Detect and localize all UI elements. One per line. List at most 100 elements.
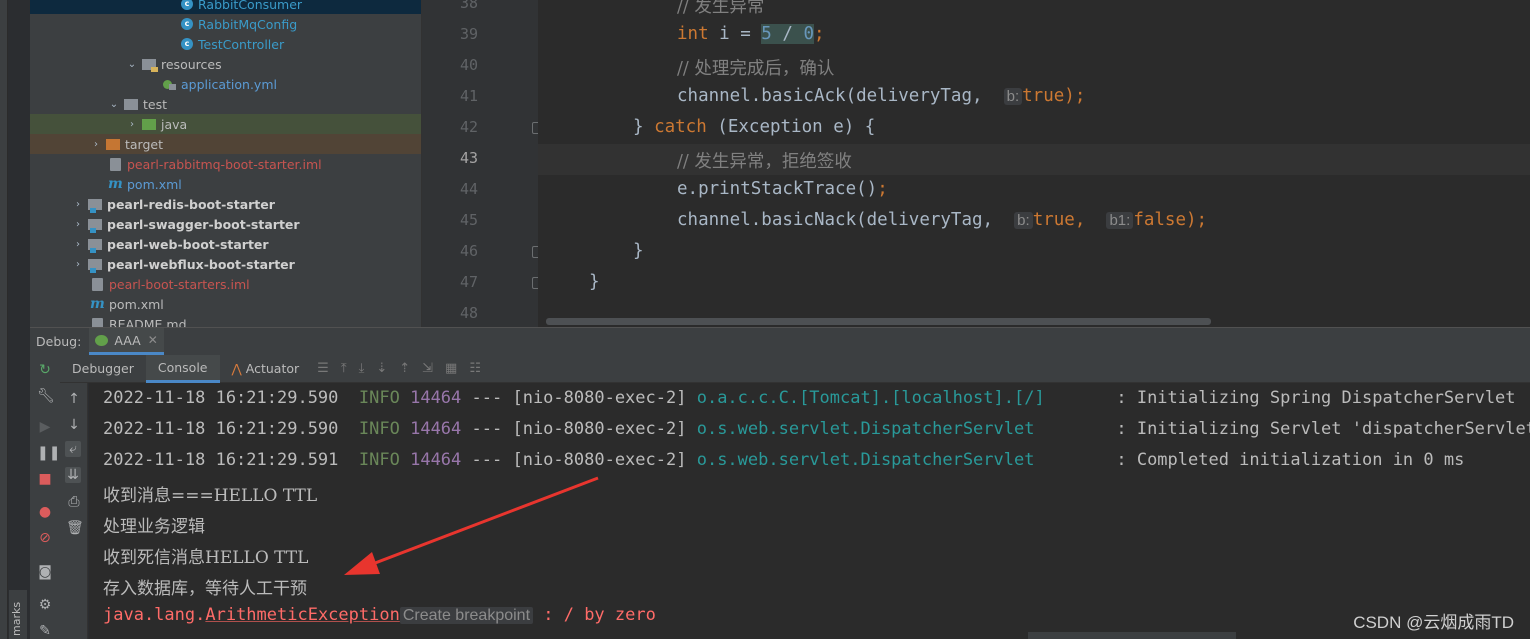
editor-gutter[interactable]: 38 39 40 41 42 43 44 45 46 47 48	[422, 0, 548, 327]
line-number: 45	[459, 211, 478, 229]
class-icon: c	[181, 38, 193, 50]
line-number: 42	[459, 118, 478, 136]
module-icon	[88, 218, 102, 233]
chevron-right-icon[interactable]: ›	[126, 119, 138, 130]
code-line-45: channel.basicNack(deliveryTag, b: true, b…	[677, 210, 1208, 230]
run-config-tab[interactable]: AAA ✕	[89, 328, 164, 355]
step-into-icon[interactable]: ⇣	[376, 361, 387, 376]
step-over-icon[interactable]: ⤓	[359, 361, 365, 376]
debug-subtabs: Debugger Console ⋀ Actuator ☰ ⤒ ⤓ ⇣ ⇡ ⇲ ▦…	[60, 354, 1530, 383]
pin-icon[interactable]: ✎	[37, 623, 53, 639]
maven-icon: m	[108, 176, 123, 192]
menu-icon[interactable]: ☰	[317, 361, 329, 376]
tree-item-module[interactable]: › pearl-webflux-boot-starter	[30, 254, 421, 274]
tree-item[interactable]: m pom.xml	[30, 294, 421, 314]
chevron-right-icon[interactable]: ›	[72, 199, 84, 210]
tree-item[interactable]: c TestController	[30, 34, 421, 54]
tree-item[interactable]: pearl-rabbitmq-boot-starter.iml	[30, 154, 421, 174]
chevron-right-icon[interactable]: ›	[90, 139, 102, 150]
parameter-hint: b:	[1014, 212, 1033, 229]
pause-icon[interactable]: ❚❚	[37, 445, 60, 461]
project-tree: c RabbitConsumer c RabbitMqConfig c TestCon…	[30, 0, 422, 327]
tree-item-module[interactable]: › pearl-swagger-boot-starter	[30, 214, 421, 234]
actuator-icon: ⋀	[231, 361, 242, 376]
line-number: 39	[459, 25, 478, 43]
spring-yml-icon	[163, 78, 177, 90]
chevron-down-icon[interactable]: ⌄	[126, 59, 138, 70]
tree-item[interactable]: m pom.xml	[30, 174, 421, 194]
tree-item[interactable]: pearl-boot-starters.iml	[30, 274, 421, 294]
code-line-43: // 发生异常，拒绝签收	[677, 152, 852, 172]
current-line-number: 43	[459, 149, 478, 167]
scroll-to-end-icon[interactable]: ⇊	[65, 467, 81, 483]
rerun-icon[interactable]: ↻	[37, 362, 53, 378]
class-icon: c	[181, 18, 193, 30]
stdout-line: 收到消息===HELLO TTL	[103, 486, 318, 506]
view-breakpoints-icon[interactable]: ●	[37, 504, 53, 520]
line-number: 48	[459, 304, 478, 322]
down-arrow-icon[interactable]: ↓	[66, 417, 82, 433]
create-breakpoint-hint[interactable]: Create breakpoint	[399, 607, 534, 624]
tab-console[interactable]: Console	[145, 354, 220, 383]
stdout-line: 处理业务逻辑	[103, 517, 205, 537]
tab-actuator[interactable]: ⋀ Actuator	[220, 355, 312, 383]
exception-line: java.lang.ArithmeticException Create brea…	[103, 605, 656, 625]
module-icon	[88, 198, 102, 213]
wrench-icon[interactable]: 🔧︎	[37, 388, 55, 404]
tree-item-resources[interactable]: ⌄ resources	[30, 54, 421, 74]
bookmarks-side-tab[interactable]: marks	[9, 590, 27, 639]
show-execution-point-icon[interactable]: ⤒	[341, 361, 347, 376]
print-icon[interactable]: ⎙	[66, 494, 82, 510]
tree-item[interactable]: c RabbitMqConfig	[30, 14, 421, 34]
trash-icon[interactable]: 🗑︎	[66, 520, 84, 536]
exception-class-link[interactable]: ArithmeticException	[205, 605, 399, 625]
parameter-hint: b1:	[1106, 212, 1134, 229]
iml-file-icon	[92, 277, 103, 291]
code-line-46: }	[633, 241, 644, 261]
tree-item-target[interactable]: › target	[30, 134, 421, 154]
chevron-right-icon[interactable]: ›	[72, 219, 84, 230]
trace-icon[interactable]: ☷	[469, 361, 481, 376]
code-line-39: int i = 5 / 0;	[677, 24, 825, 44]
log-line: 2022-11-18 16:21:29.591 INFO 14464 --- […	[103, 450, 1465, 470]
tree-item[interactable]: application.yml	[30, 74, 421, 94]
camera-icon[interactable]: ◙	[37, 564, 53, 580]
debug-left-toolbar: ↻ 🔧︎ ▶ ❚❚ ■ ● ⊘ ◙ ⚙ ✎	[30, 355, 60, 639]
stdout-line: 收到死信消息HELLO TTL	[103, 548, 309, 568]
chevron-right-icon[interactable]: ›	[72, 259, 84, 270]
code-editor[interactable]: // 发生异常 int i = 5 / 0; // 处理完成后，确认 chann…	[538, 0, 1530, 327]
mute-breakpoints-icon[interactable]: ⊘	[37, 530, 53, 546]
watermark: CSDN @云烟成雨TD	[1353, 613, 1514, 632]
code-line-41: channel.basicAck(deliveryTag, b: true);	[677, 86, 1086, 106]
close-icon[interactable]: ✕	[148, 333, 158, 347]
tree-item-test[interactable]: ⌄ test	[30, 94, 421, 114]
soft-wrap-icon[interactable]: ⤶	[65, 441, 81, 457]
tree-item-module[interactable]: › pearl-redis-boot-starter	[30, 194, 421, 214]
tree-item[interactable]: c RabbitConsumer	[30, 0, 421, 14]
settings-icon[interactable]: ⚙	[37, 597, 53, 613]
line-number: 41	[459, 87, 478, 105]
step-out-icon[interactable]: ⇡	[399, 361, 410, 376]
orange-folder-icon	[106, 138, 120, 150]
debug-label: Debug:	[36, 334, 82, 349]
log-line: 2022-11-18 16:21:29.590 INFO 14464 --- […	[103, 388, 1530, 408]
tree-item-module[interactable]: › pearl-web-boot-starter	[30, 234, 421, 254]
tab-debugger[interactable]: Debugger	[60, 355, 146, 383]
chevron-right-icon[interactable]: ›	[72, 239, 84, 250]
resume-icon[interactable]: ▶	[37, 419, 53, 435]
up-arrow-icon[interactable]: ↑	[66, 391, 82, 407]
line-number: 40	[459, 56, 478, 74]
console-overflow-strip	[1028, 632, 1236, 639]
module-icon	[88, 258, 102, 273]
run-to-cursor-icon[interactable]: ⇲	[422, 361, 433, 376]
chevron-down-icon[interactable]: ⌄	[108, 99, 120, 110]
tree-item[interactable]: README.md	[30, 314, 421, 327]
console-output[interactable]: 2022-11-18 16:21:29.590 INFO 14464 --- […	[89, 383, 1530, 639]
code-line-47: }	[589, 272, 600, 292]
evaluate-icon[interactable]: ▦	[445, 361, 457, 376]
tree-item-java[interactable]: › java	[30, 114, 421, 134]
parameter-hint: b:	[1003, 88, 1023, 105]
stop-icon[interactable]: ■	[37, 471, 53, 487]
horizontal-scrollbar[interactable]	[546, 318, 1211, 325]
code-line-42: } catch (Exception e) {	[633, 117, 876, 137]
